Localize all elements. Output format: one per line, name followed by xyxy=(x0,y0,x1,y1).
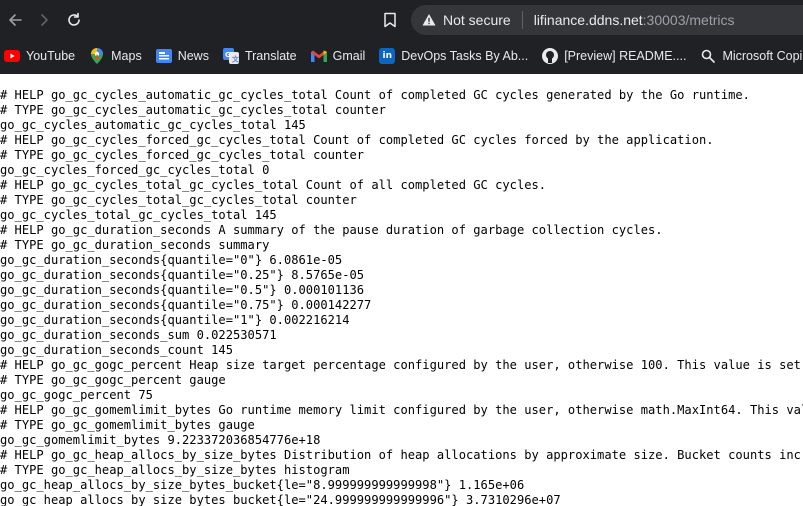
metric-line: # TYPE go_gc_heap_allocs_by_size_bytes h… xyxy=(0,463,350,477)
reload-button[interactable] xyxy=(62,8,86,32)
svg-text:文: 文 xyxy=(232,55,239,64)
bookmark-label: DevOps Tasks By Ab... xyxy=(401,49,529,63)
chevron-right-icon xyxy=(41,14,48,26)
bookmark-label: [Preview] README.... xyxy=(564,49,687,63)
metric-line: # HELP go_gc_cycles_automatic_gc_cycles_… xyxy=(0,88,750,102)
bookmark-gmail[interactable]: Gmail xyxy=(310,48,366,64)
metric-line: go_gc_gogc_percent 75 xyxy=(0,388,153,402)
metric-line: go_gc_duration_seconds{quantile="0.5"} 0… xyxy=(0,283,365,297)
metric-line: go_gc_duration_seconds{quantile="0"} 6.0… xyxy=(0,253,343,267)
forward-button[interactable] xyxy=(32,8,56,32)
bookmark-label: Microsoft Copilot xyxy=(722,49,803,63)
translate-icon: G文 xyxy=(222,48,239,64)
metrics-text: # HELP go_gc_cycles_automatic_gc_cycles_… xyxy=(0,74,803,506)
address-bar[interactable]: Not secure lifinance.ddns.net:30003/metr… xyxy=(411,5,803,35)
metric-line: go_gc_duration_seconds{quantile="0.75"} … xyxy=(0,298,372,312)
metric-line: go_gc_cycles_total_gc_cycles_total 145 xyxy=(0,208,277,222)
reload-icon xyxy=(68,12,80,26)
news-icon xyxy=(155,48,172,64)
maps-icon xyxy=(89,48,105,64)
browser-chrome: Not secure lifinance.ddns.net:30003/metr… xyxy=(0,0,803,74)
bookmark-translate[interactable]: G文 Translate xyxy=(222,48,297,64)
bookmark-label: News xyxy=(177,49,209,63)
page-content: # HELP go_gc_cycles_automatic_gc_cycles_… xyxy=(0,74,803,506)
youtube-icon xyxy=(4,48,20,64)
bookmark-youtube[interactable]: YouTube xyxy=(4,48,75,64)
gmail-icon xyxy=(310,48,327,64)
browser-toolbar: Not secure lifinance.ddns.net:30003/metr… xyxy=(0,0,803,40)
bookmark-page-button[interactable] xyxy=(378,8,402,32)
security-status-label[interactable]: Not secure xyxy=(443,12,511,28)
search-icon xyxy=(700,48,716,64)
metric-line: # HELP go_gc_heap_allocs_by_size_bytes D… xyxy=(0,448,803,462)
url-text[interactable]: lifinance.ddns.net:30003/metrics xyxy=(534,12,735,28)
metric-line: # TYPE go_gc_cycles_automatic_gc_cycles_… xyxy=(0,103,386,117)
url-host: lifinance.ddns.net xyxy=(533,12,643,28)
bookmark-label: YouTube xyxy=(26,49,76,63)
metric-line: go_gc_duration_seconds_count 145 xyxy=(0,343,233,357)
arrow-left-icon xyxy=(9,14,22,26)
metric-line: go_gc_duration_seconds{quantile="1"} 0.0… xyxy=(0,313,350,327)
metric-line: # HELP go_gc_cycles_total_gc_cycles_tota… xyxy=(0,178,547,192)
bookmark-label: Gmail xyxy=(332,49,366,63)
url-path: :30003/metrics xyxy=(642,12,735,28)
bookmark-label: Translate xyxy=(244,49,297,63)
metric-line: # TYPE go_gc_cycles_forced_gc_cycles_tot… xyxy=(0,148,365,162)
bookmark-news[interactable]: News xyxy=(155,48,209,64)
bookmark-icon xyxy=(384,12,396,28)
linkedin-icon: in xyxy=(379,48,396,64)
metric-line: go_gc_cycles_forced_gc_cycles_total 0 xyxy=(0,163,270,177)
metric-line: go_gc_duration_seconds_sum 0.022530571 xyxy=(0,328,277,342)
metric-line: # HELP go_gc_gomemlimit_bytes Go runtime… xyxy=(0,403,803,417)
metric-line: go_gc_duration_seconds{quantile="0.25"} … xyxy=(0,268,365,282)
github-icon xyxy=(542,48,559,64)
metric-line: # HELP go_gc_gogc_percent Heap size targ… xyxy=(0,358,803,372)
metric-line: # HELP go_gc_duration_seconds A summary … xyxy=(0,223,663,237)
bookmark-microsoft-copilot[interactable]: Microsoft Copilot xyxy=(700,48,803,64)
metric-line: # TYPE go_gc_gomemlimit_bytes gauge xyxy=(0,418,255,432)
metric-line: go_gc_heap_allocs_by_size_bytes_bucket{l… xyxy=(0,493,561,506)
metric-line: # HELP go_gc_cycles_forced_gc_cycles_tot… xyxy=(0,133,714,147)
back-button[interactable] xyxy=(3,8,27,32)
bookmarks-bar: YouTube Maps News G文 Translate Gmail in … xyxy=(0,40,803,72)
metric-line: go_gc_cycles_automatic_gc_cycles_total 1… xyxy=(0,118,306,132)
bookmark-devops-tasks[interactable]: in DevOps Tasks By Ab... xyxy=(379,48,528,64)
bookmark-readme-preview[interactable]: [Preview] README.... xyxy=(542,48,686,64)
bookmark-label: Maps xyxy=(111,49,142,63)
warning-icon[interactable] xyxy=(422,13,436,27)
metric-line: # TYPE go_gc_duration_seconds summary xyxy=(0,238,270,252)
metric-line: # TYPE go_gc_cycles_total_gc_cycles_tota… xyxy=(0,193,357,207)
metric-line: go_gc_heap_allocs_by_size_bytes_bucket{l… xyxy=(0,478,525,492)
metric-line: # TYPE go_gc_gogc_percent gauge xyxy=(0,373,226,387)
metric-line: go_gc_gomemlimit_bytes 9.223372036854776… xyxy=(0,433,321,447)
bookmark-maps[interactable]: Maps xyxy=(89,48,142,64)
svg-text:G: G xyxy=(225,51,231,59)
omnibox-divider xyxy=(521,11,523,29)
